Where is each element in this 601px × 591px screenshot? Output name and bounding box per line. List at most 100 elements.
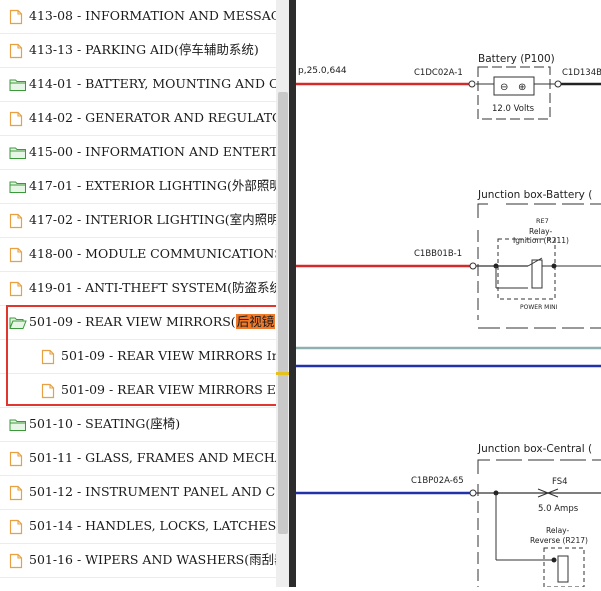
pane-splitter[interactable] [289,0,296,587]
tree-item[interactable]: 501-09 - REAR VIEW MIRRORS Exter [0,374,276,408]
tree-item-label: 415-00 - INFORMATION AND ENTERTAINME [29,144,276,160]
search-highlight: 后视镜 [235,314,276,329]
tree-item-label: 414-02 - GENERATOR AND REGULATOR CH [29,110,276,126]
folder-icon [9,145,26,159]
connector-label-c1d134: C1D134B [562,68,601,78]
tree-item-text: 415-00 - INFORMATION AND ENTERTAINME [29,144,276,159]
jbox-central-title: Junction box-Central ( [477,443,592,455]
tree-item-text: 501-09 - REAR VIEW MIRRORS( [29,314,236,329]
tree-item-label: 414-01 - BATTERY, MOUNTING AND CABLE [29,76,276,92]
tree-item-text: 417-02 - INTERIOR LIGHTING(室内照明) [29,212,276,227]
tree-item-text: 501-09 - REAR VIEW MIRRORS Exter [61,382,276,397]
tree-item[interactable]: 501-11 - GLASS, FRAMES AND MECHANIS [0,442,276,476]
tree-item[interactable]: 501-12 - INSTRUMENT PANEL AND CONSO [0,476,276,510]
folder-icon [9,417,26,431]
battery-voltage: 12.0 Volts [492,104,535,114]
tree-item[interactable]: 501-14 - HANDLES, LOCKS, LATCHES AND [0,510,276,544]
jbox-central-border [477,459,601,474]
relay2-coil [557,555,569,583]
relay-switch [527,257,543,267]
splice-dot [551,557,557,563]
tree-item-label: 417-02 - INTERIOR LIGHTING(室内照明) [29,212,276,228]
tree-item[interactable]: 419-01 - ANTI-THEFT SYSTEM(防盗系统) [0,272,276,306]
tree-item-label: 501-09 - REAR VIEW MIRRORS(后视镜) [29,314,276,330]
connector-label-c1bb01b: C1BB01B-1 [414,249,462,259]
tree-item-text: 414-02 - GENERATOR AND REGULATOR CH [29,110,276,125]
tree-item[interactable]: 501-10 - SEATING(座椅) [0,408,276,442]
tree-item-text: 418-00 - MODULE COMMUNICATIONS NE [29,246,276,261]
tree-item-text: 501-11 - GLASS, FRAMES AND MECHANIS [29,450,276,465]
tree-item-label: 413-08 - INFORMATION AND MESSAGE CE [29,8,276,24]
tree-item-label: 417-01 - EXTERIOR LIGHTING(外部照明) [29,178,276,194]
document-icon [41,349,57,365]
wiring-diagram-pane[interactable]: p,25.0,644 C1DC02A-1 Battery (P100) ⊖ ⊕ … [296,0,601,588]
connector-label-c1dc02a: C1DC02A-1 [414,68,463,78]
connector-pin [554,80,562,88]
connector-pin [469,489,477,497]
document-icon [9,519,25,535]
relay-box [497,238,556,300]
folder-icon [9,179,26,193]
tree-item[interactable]: 413-08 - INFORMATION AND MESSAGE CE [0,0,276,34]
tree-item-label: 413-13 - PARKING AID(停车辅助系统) [29,42,259,58]
wiring-diagram: p,25.0,644 C1DC02A-1 Battery (P100) ⊖ ⊕ … [296,53,601,588]
document-icon [9,111,25,127]
tree-item[interactable]: 501-09 - REAR VIEW MIRRORS(后视镜) [0,306,276,340]
battery-minus: ⊖ [500,82,508,93]
document-tree: 413-08 - INFORMATION AND MESSAGE CE 413-1… [0,0,276,587]
tree-scrollbar-thumb[interactable] [278,92,288,534]
tree-item[interactable]: 417-02 - INTERIOR LIGHTING(室内照明) [0,204,276,238]
tree-item[interactable]: 417-01 - EXTERIOR LIGHTING(外部照明) [0,170,276,204]
battery-plus: ⊕ [518,82,526,93]
tree-item-label: 501-10 - SEATING(座椅) [29,416,180,432]
document-icon [9,485,25,501]
relay2-name-2: Reverse (R217) [530,536,588,545]
tree-item[interactable]: 414-01 - BATTERY, MOUNTING AND CABLE [0,68,276,102]
connector-pin [469,262,477,270]
relay-name-2: Ignition (R211) [513,236,569,245]
fuse-id: FS4 [552,477,568,487]
folder-open-icon [9,315,27,329]
splice-dot [551,263,557,269]
tree-item-label: 419-01 - ANTI-THEFT SYSTEM(防盗系统) [29,280,276,296]
tree-item-text: 414-01 - BATTERY, MOUNTING AND CABLE [29,76,276,91]
tree-item[interactable]: 414-02 - GENERATOR AND REGULATOR CH [0,102,276,136]
connector-label-c1bp02a: C1BP02A-65 [411,476,464,486]
connector-pin [468,80,476,88]
relay-name-1: Relay- [529,227,552,236]
relay2-box [543,547,585,588]
tree-item-label: 501-14 - HANDLES, LOCKS, LATCHES AND [29,518,276,534]
document-icon [9,213,25,229]
tree-item-text: 413-13 - PARKING AID(停车辅助系统) [29,42,259,57]
tree-item[interactable]: 418-00 - MODULE COMMUNICATIONS NE [0,238,276,272]
folder-icon [9,77,26,91]
tree-item-text: 413-08 - INFORMATION AND MESSAGE CE [29,8,276,23]
jbox-battery-title: Junction box-Battery ( [477,189,592,201]
fuse-rating: 5.0 Amps [538,504,579,514]
document-icon [41,383,57,399]
tree-item[interactable]: 413-13 - PARKING AID(停车辅助系统) [0,34,276,68]
relay-id: RE7 [536,217,549,225]
power-mini-label: POWER MINI [520,304,558,311]
tree-item[interactable]: 501-09 - REAR VIEW MIRRORS Interi [0,340,276,374]
document-icon [9,553,25,569]
tree-item-label: 501-09 - REAR VIEW MIRRORS Exter [61,382,276,398]
tree-item-text: 501-16 - WIPERS AND WASHERS(雨刮器和 [29,552,276,567]
document-icon [9,281,25,297]
tree-item-text: 501-12 - INSTRUMENT PANEL AND CONSO [29,484,276,499]
tree-item[interactable]: 415-00 - INFORMATION AND ENTERTAINME [0,136,276,170]
relay-coil [531,259,543,289]
document-icon [9,9,25,25]
relay2-name-1: Relay- [546,526,569,535]
tree-item-label: 501-16 - WIPERS AND WASHERS(雨刮器和 [29,552,276,568]
tree-item-text: 501-10 - SEATING(座椅) [29,416,181,431]
document-icon [9,43,25,59]
tree-item[interactable]: 501-16 - WIPERS AND WASHERS(雨刮器和 [0,544,276,578]
ref-label: p,25.0,644 [298,66,347,76]
document-icon [9,247,25,263]
tree-item-label: 501-11 - GLASS, FRAMES AND MECHANIS [29,450,276,466]
tree-item-label: 501-12 - INSTRUMENT PANEL AND CONSO [29,484,276,500]
tree-item-text: 501-09 - REAR VIEW MIRRORS Interi [61,348,276,363]
tree-item-text: 501-14 - HANDLES, LOCKS, LATCHES AND [29,518,276,533]
tree-item-label: 418-00 - MODULE COMMUNICATIONS NE [29,246,276,262]
